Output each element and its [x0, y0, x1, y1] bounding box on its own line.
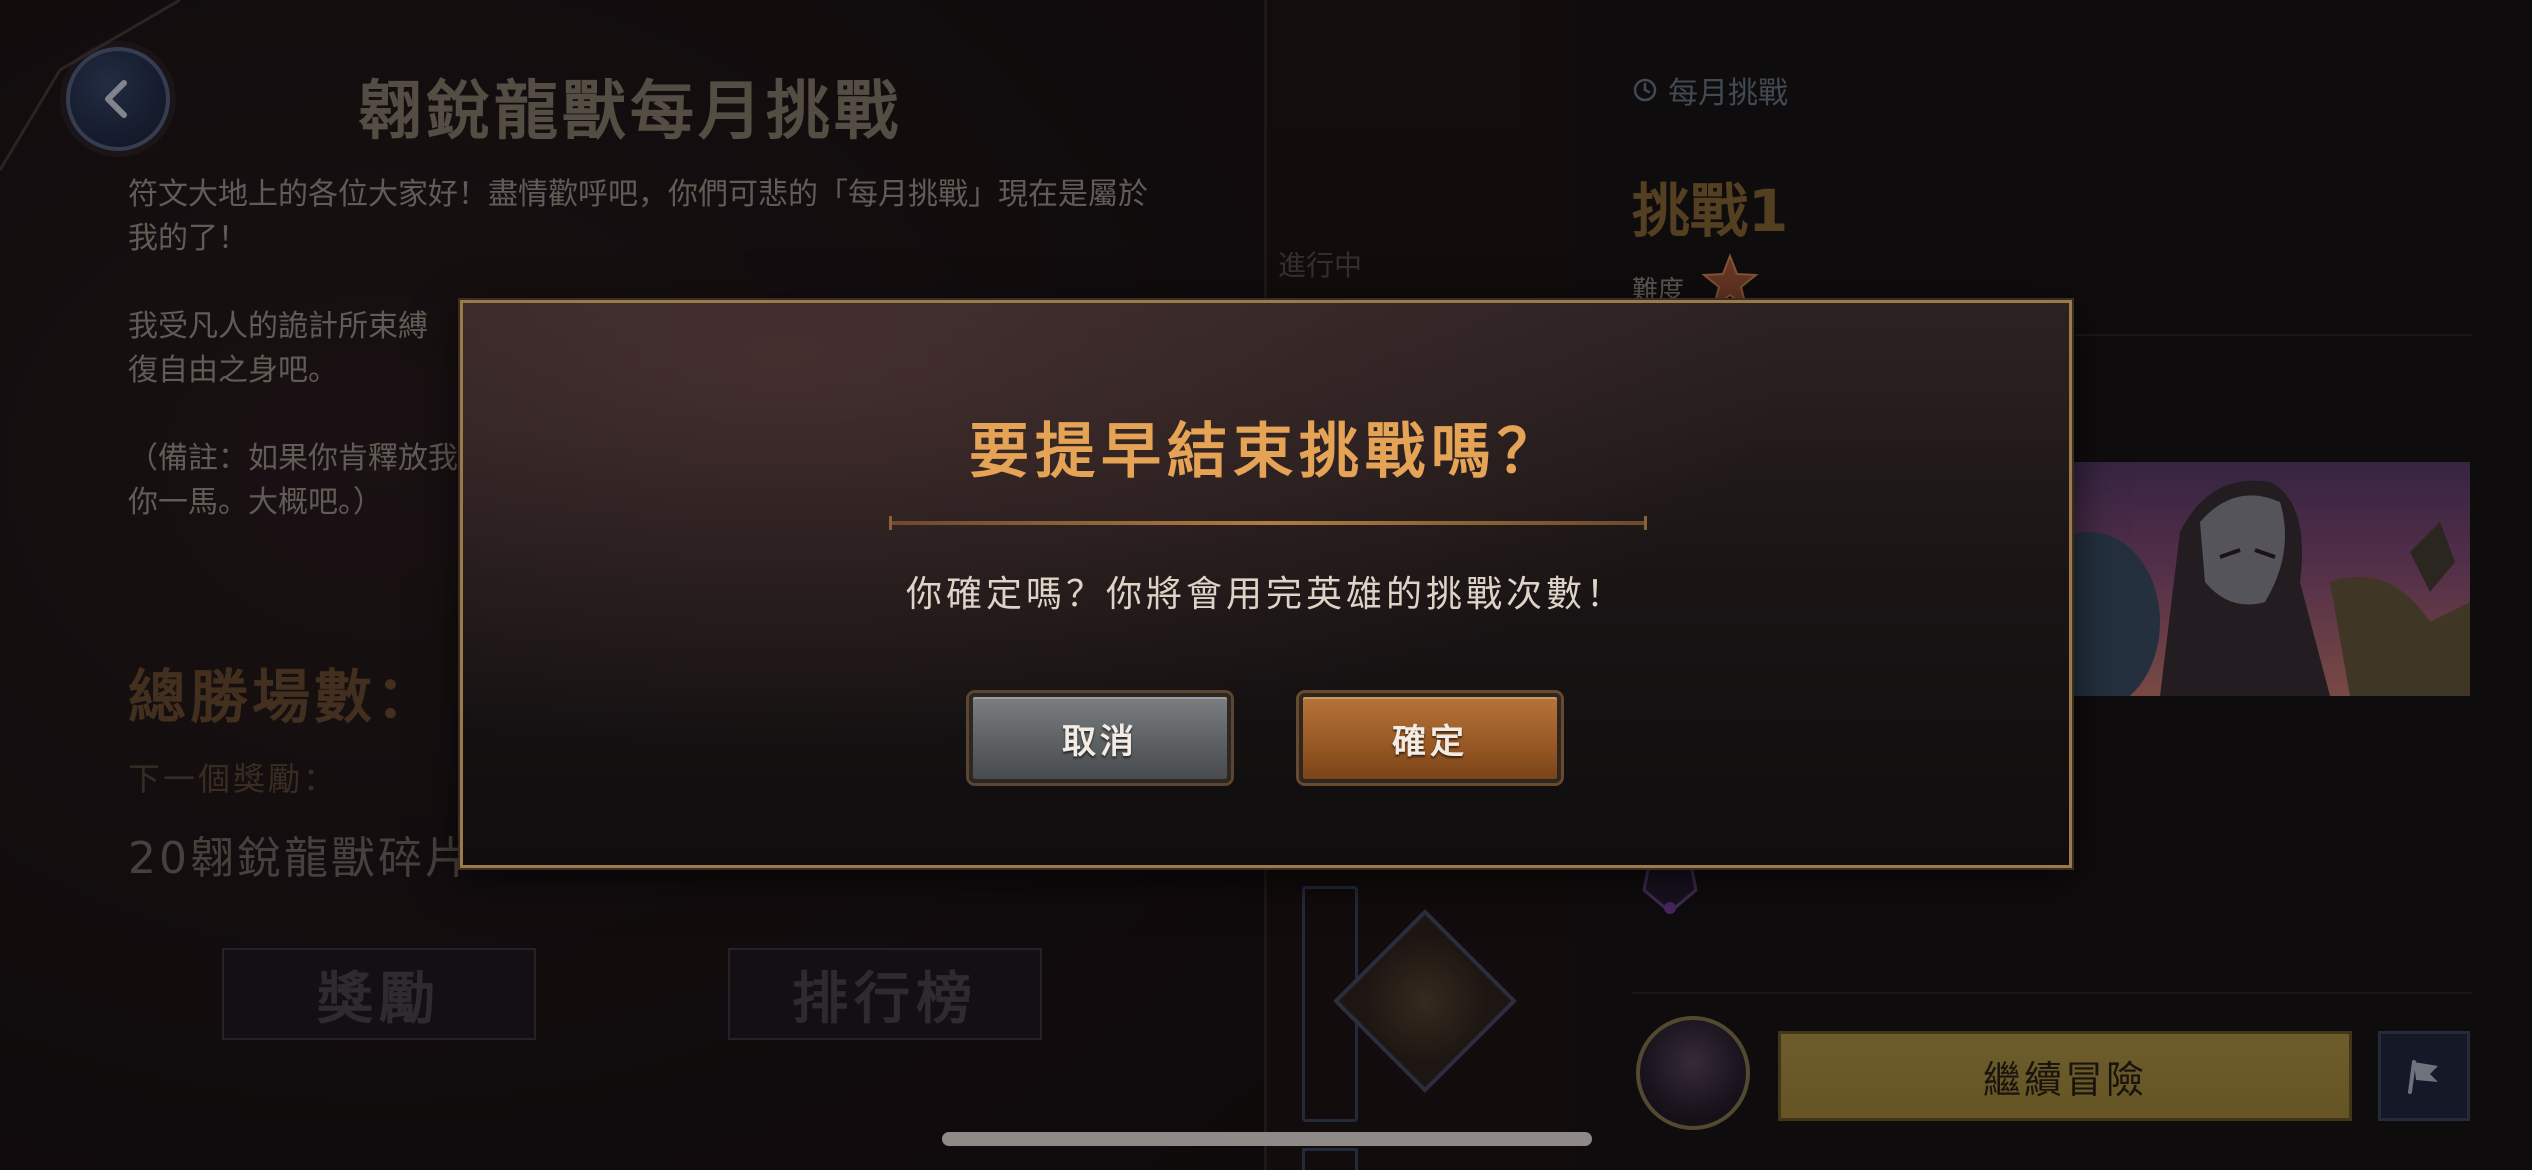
home-indicator[interactable] — [942, 1132, 1592, 1146]
confirm-end-challenge-dialog: 要提早結束挑戰嗎？ 你確定嗎？你將會用完英雄的挑戰次數！ 取消 確定 — [460, 300, 2072, 868]
dialog-divider — [889, 516, 1647, 530]
cancel-button[interactable]: 取消 — [969, 693, 1231, 783]
dialog-message: 你確定嗎？你將會用完英雄的挑戰次數！ — [905, 574, 1626, 615]
screen: 翱銳龍獸每月挑戰 符文大地上的各位大家好！盡情歡呼吧，你們可悲的「每月挑戰」現在… — [0, 0, 2532, 1170]
dialog-title: 要提早結束挑戰嗎？ — [969, 417, 1563, 487]
confirm-button[interactable]: 確定 — [1299, 693, 1561, 783]
